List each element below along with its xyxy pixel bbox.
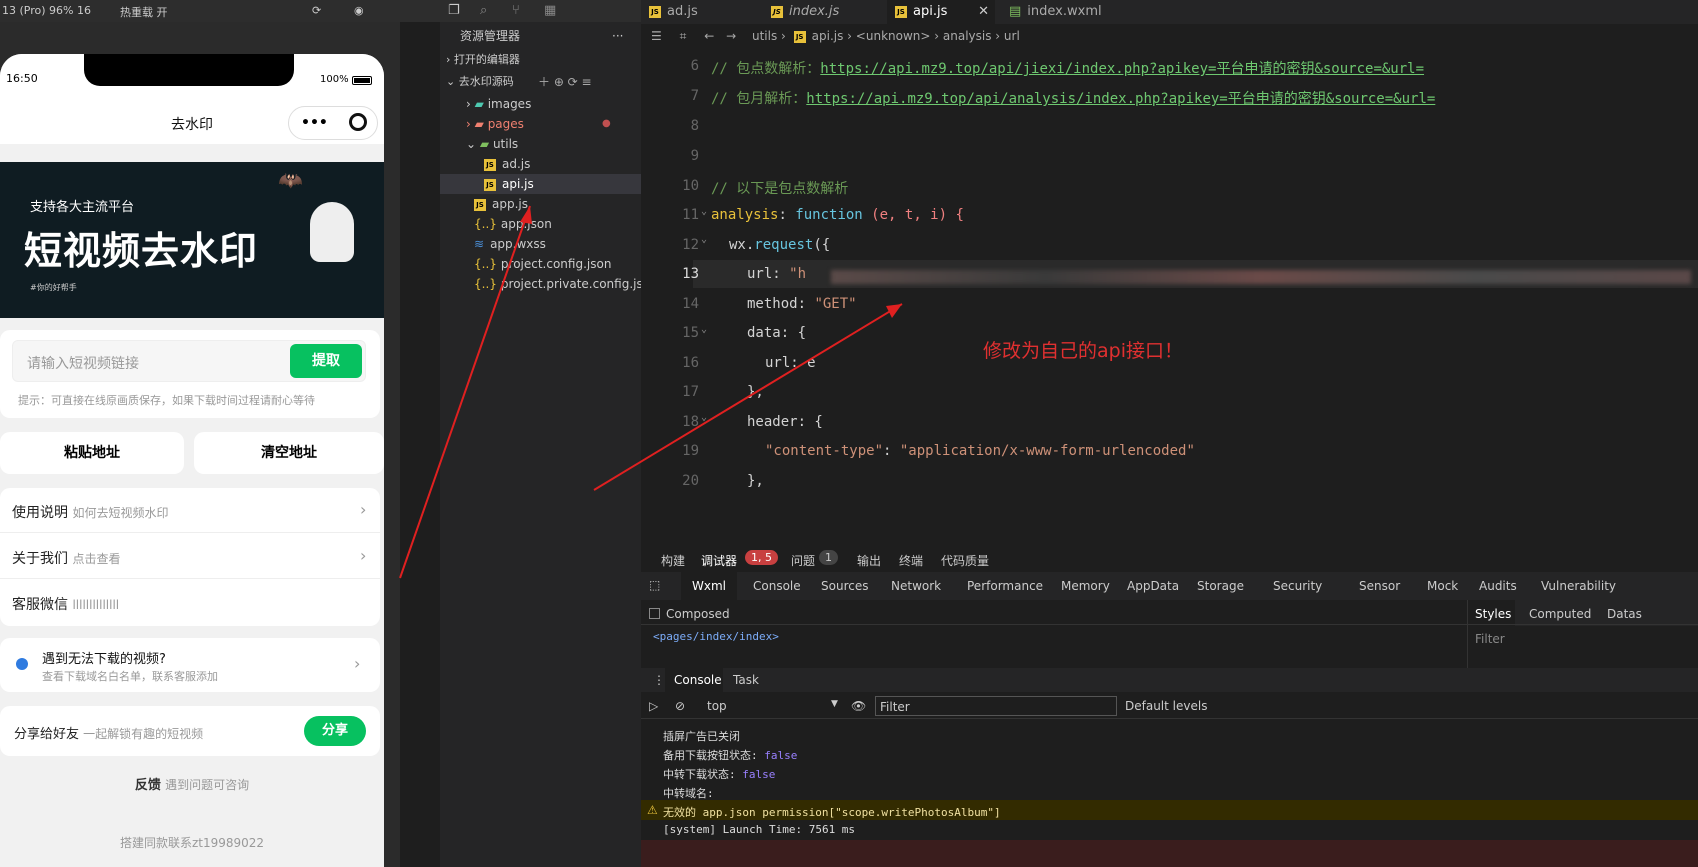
inspect-icon[interactable]: ⬚ bbox=[649, 578, 660, 592]
console-bool: false bbox=[764, 749, 798, 762]
console-line: 中转下载状态: false bbox=[663, 766, 775, 782]
devtools-tab-sources[interactable]: Sources bbox=[821, 579, 868, 593]
filter-placeholder: Filter bbox=[880, 700, 910, 714]
devtools-tab-storage[interactable]: Storage bbox=[1197, 579, 1244, 593]
devtools-tab-audits[interactable]: Audits bbox=[1479, 579, 1517, 593]
devtools-tab-performance[interactable]: Performance bbox=[967, 579, 1043, 593]
devtools-tab-security[interactable]: Security bbox=[1273, 579, 1322, 593]
drawer-menu-icon[interactable]: ⋮ bbox=[653, 673, 665, 687]
devtools-tab-vulnerability[interactable]: Vulnerability bbox=[1541, 579, 1616, 593]
tab-code-quality[interactable]: 代码质量 bbox=[941, 552, 989, 569]
sidebar-toggle-icon[interactable]: ▷ bbox=[649, 699, 658, 713]
devtools-tab-console[interactable]: Console bbox=[753, 579, 801, 593]
composed-label: Composed bbox=[666, 607, 730, 621]
warning-icon: ⚠ bbox=[647, 803, 658, 817]
computed-tab[interactable]: Computed bbox=[1529, 607, 1591, 621]
error-row bbox=[641, 840, 1698, 867]
tab-terminal[interactable]: 终端 bbox=[899, 552, 923, 569]
wxml-tree-node[interactable]: <pages/index/index> bbox=[653, 630, 779, 643]
console-text: 中转下载状态: bbox=[663, 768, 736, 781]
console-line: [system] Launch Time: 7561 ms bbox=[663, 823, 856, 836]
chevron-down-icon: ▼ bbox=[831, 699, 838, 709]
console-bool: false bbox=[742, 768, 776, 781]
problem-badge: 1 bbox=[819, 550, 838, 565]
devtools-tab-sensor[interactable]: Sensor bbox=[1359, 579, 1400, 593]
console-filter-input[interactable]: Filter bbox=[875, 696, 1117, 716]
styles-filter-input[interactable]: Filter bbox=[1475, 632, 1505, 646]
devtools-tab-memory[interactable]: Memory bbox=[1061, 579, 1110, 593]
devtools-tab-network[interactable]: Network bbox=[891, 579, 941, 593]
task-drawer-tab[interactable]: Task bbox=[733, 673, 759, 687]
devtools-tab-mock[interactable]: Mock bbox=[1427, 579, 1458, 593]
error-badge: 1, 5 bbox=[745, 550, 778, 565]
console-text: 备用下载按钮状态: bbox=[663, 749, 758, 762]
console-warning: 无效的 app.json permission["scope.writePhot… bbox=[663, 806, 1001, 819]
tab-problems[interactable]: 问题 bbox=[791, 552, 815, 569]
debug-panel: 构建 调试器 1, 5 问题 1 输出 终端 代码质量 ⬚ Wxml Conso… bbox=[641, 544, 1698, 867]
console-line: 插屏广告已关闭 bbox=[663, 730, 740, 743]
log-levels-select[interactable]: Default levels bbox=[1125, 699, 1207, 713]
devtools-tab-appdata[interactable]: AppData bbox=[1127, 579, 1179, 593]
console-line: 中转域名: bbox=[663, 787, 714, 800]
tab-build[interactable]: 构建 bbox=[661, 552, 685, 569]
composed-checkbox[interactable] bbox=[649, 608, 660, 619]
tab-debugger[interactable]: 调试器 bbox=[701, 552, 737, 569]
console-drawer-tab[interactable]: Console bbox=[674, 673, 722, 687]
context-select[interactable]: top bbox=[707, 699, 727, 713]
eye-icon[interactable]: 👁 bbox=[851, 699, 866, 713]
styles-tab[interactable]: Styles bbox=[1475, 607, 1511, 621]
tab-output[interactable]: 输出 bbox=[857, 552, 881, 569]
devtools-tab-wxml[interactable]: Wxml bbox=[692, 579, 726, 593]
dataset-tab[interactable]: Datas bbox=[1607, 607, 1642, 621]
console-tabbar bbox=[641, 668, 1698, 692]
clear-console-icon[interactable]: ⊘ bbox=[675, 699, 685, 713]
console-line: 备用下载按钮状态: false bbox=[663, 747, 797, 763]
